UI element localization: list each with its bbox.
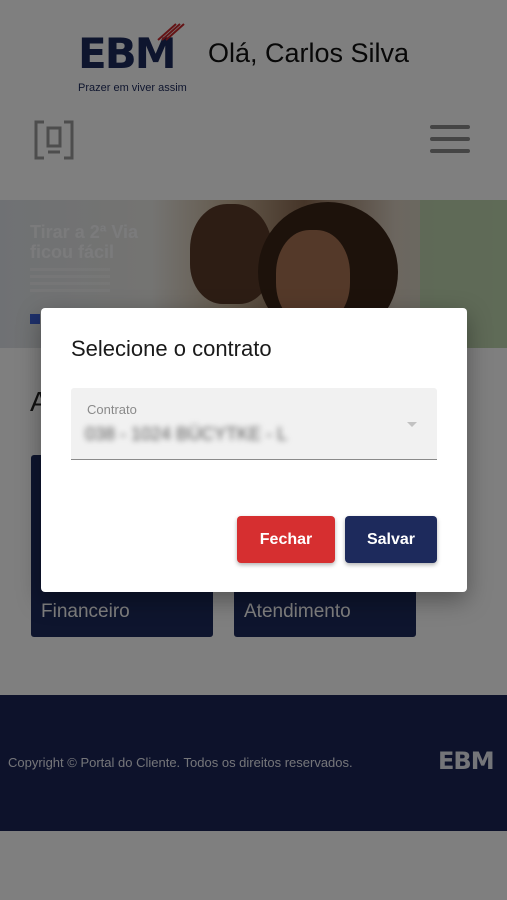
save-button[interactable]: Salvar bbox=[345, 516, 437, 563]
contract-select-value: 038 - 1024 BÜCYTKE - L bbox=[85, 424, 288, 444]
contract-select[interactable]: Contrato 038 - 1024 BÜCYTKE - L bbox=[71, 388, 437, 460]
select-contract-dialog: Selecione o contrato Contrato 038 - 1024… bbox=[41, 308, 467, 592]
close-button[interactable]: Fechar bbox=[237, 516, 335, 563]
dropdown-arrow-icon[interactable] bbox=[407, 422, 417, 427]
dialog-title: Selecione o contrato bbox=[71, 336, 272, 361]
contract-select-label: Contrato bbox=[87, 402, 137, 417]
